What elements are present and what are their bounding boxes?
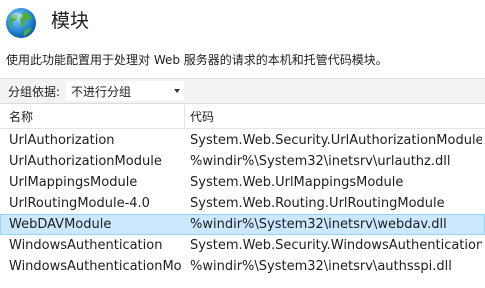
modules-list: UrlAuthorization System.Web.Security.Url…: [0, 130, 485, 277]
cell-module-code: System.Web.Security.WindowsAuthenticatio…: [190, 238, 482, 253]
table-row[interactable]: UrlMappingsModule System.Web.UrlMappings…: [0, 172, 485, 193]
page-description: 使用此功能配置用于处理对 Web 服务器的请求的本机和托管代码模块。: [6, 53, 388, 67]
cell-module-name: WebDAVModule: [9, 217, 112, 232]
group-by-toolbar: 分组依据: 不进行分组: [0, 78, 485, 104]
table-row[interactable]: UrlAuthorizationModule %windir%\System32…: [0, 151, 485, 172]
cell-module-code: System.Web.Routing.UrlRoutingModule: [190, 196, 445, 211]
group-by-selected-value: 不进行分组: [71, 85, 132, 99]
page-title: 模块: [51, 10, 90, 32]
cell-module-name: UrlAuthorizationModule: [9, 154, 162, 169]
cell-module-name: WindowsAuthenticationMo...: [9, 259, 181, 274]
cell-module-name: UrlRoutingModule-4.0: [9, 196, 150, 211]
column-divider[interactable]: [184, 105, 185, 128]
table-row-selected[interactable]: WebDAVModule %windir%\System32\inetsrv\w…: [0, 214, 485, 235]
group-by-label: 分组依据:: [8, 85, 61, 99]
cell-module-code: %windir%\System32\inetsrv\webdav.dll: [190, 217, 447, 232]
cell-module-code: System.Web.UrlMappingsModule: [190, 175, 404, 190]
cell-module-name: UrlAuthorization: [9, 133, 115, 148]
table-row[interactable]: UrlRoutingModule-4.0 System.Web.Routing.…: [0, 193, 485, 214]
column-header-name[interactable]: 名称: [9, 109, 33, 125]
globe-icon: [6, 8, 36, 38]
cell-module-code: System.Web.Security.UrlAuthorizationModu…: [190, 133, 482, 148]
chevron-down-icon: [174, 89, 180, 93]
page-header: 模块: [0, 0, 485, 44]
cell-module-name: UrlMappingsModule: [9, 175, 138, 190]
cell-module-code: %windir%\System32\inetsrv\authsspi.dll: [190, 259, 452, 274]
cell-module-code: %windir%\System32\inetsrv\urlauthz.dll: [190, 154, 451, 169]
column-header-row: 名称 代码: [0, 105, 485, 129]
cell-module-name: WindowsAuthentication: [9, 238, 163, 253]
group-by-dropdown[interactable]: 不进行分组: [66, 81, 184, 101]
table-row[interactable]: UrlAuthorization System.Web.Security.Url…: [0, 130, 485, 151]
column-header-code[interactable]: 代码: [190, 109, 214, 125]
table-row[interactable]: WindowsAuthenticationMo... %windir%\Syst…: [0, 256, 485, 277]
table-row[interactable]: WindowsAuthentication System.Web.Securit…: [0, 235, 485, 256]
